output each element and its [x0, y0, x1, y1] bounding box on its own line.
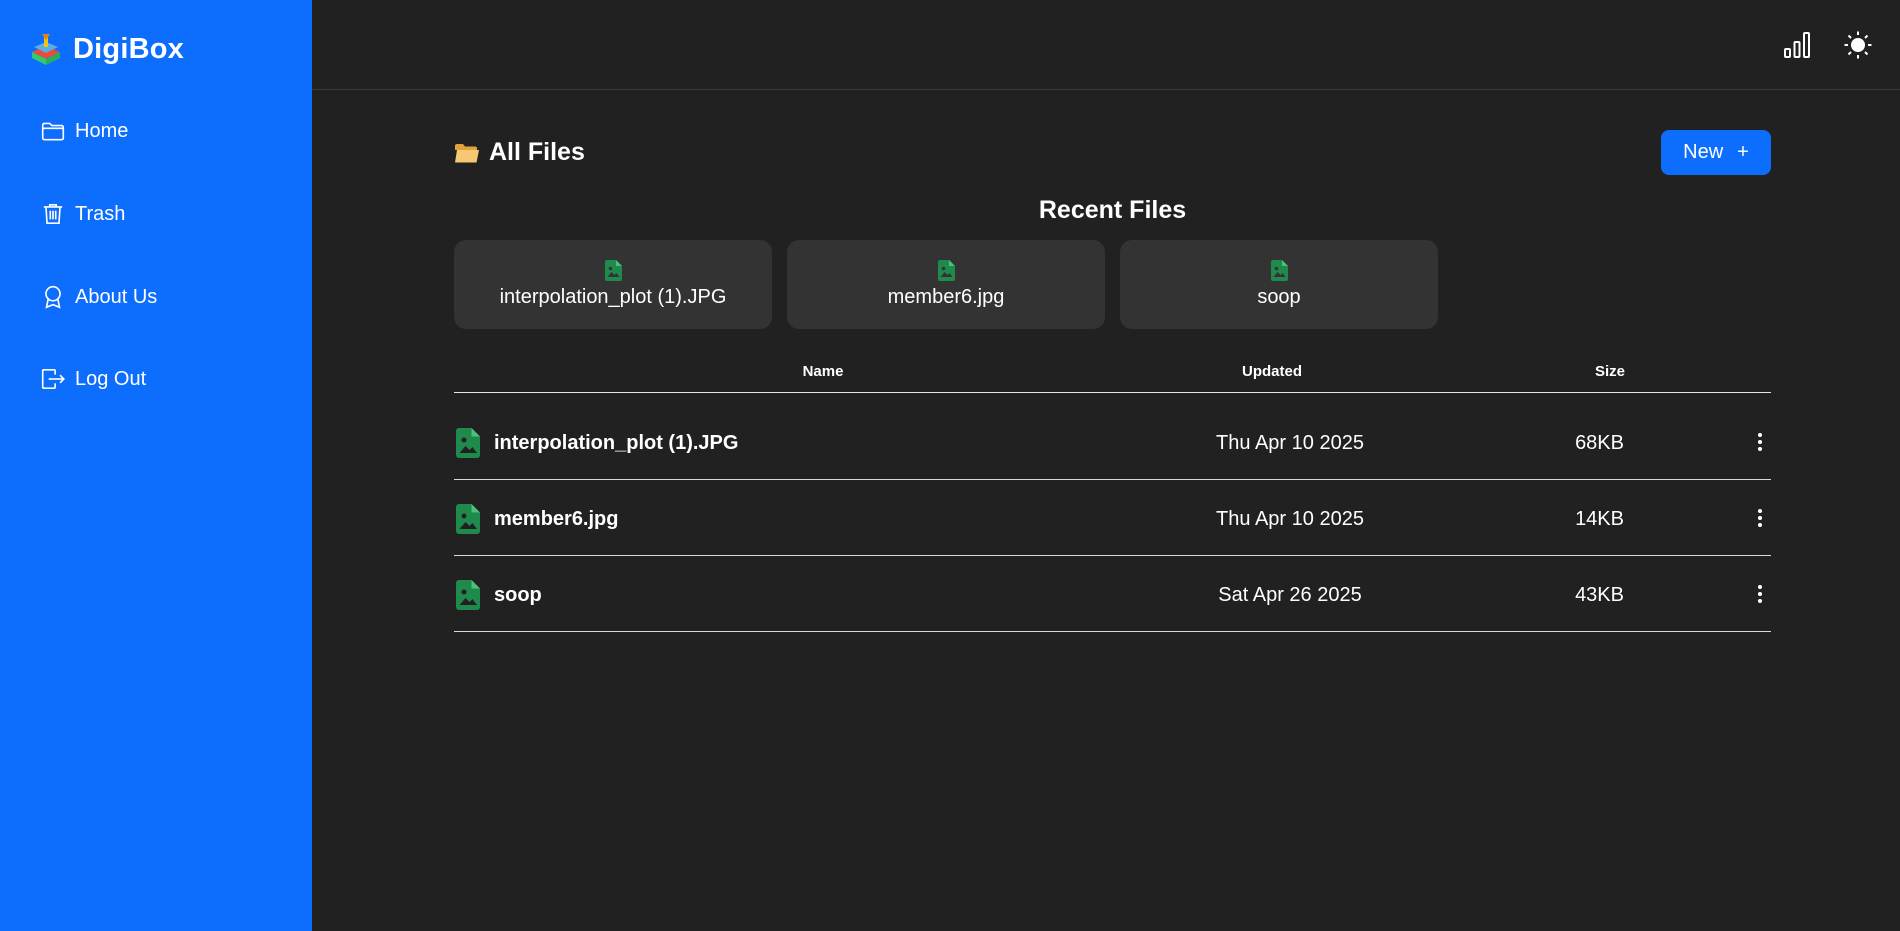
- new-button[interactable]: New +: [1661, 130, 1771, 175]
- recent-file-name: soop: [1257, 286, 1301, 308]
- page-heading: All Files: [454, 138, 585, 167]
- file-size: 43KB: [1575, 584, 1624, 606]
- recent-file-card[interactable]: member6.jpg: [787, 240, 1105, 329]
- column-header-updated[interactable]: Updated: [1172, 363, 1372, 380]
- image-file-icon: [604, 260, 622, 281]
- file-updated: Thu Apr 10 2025: [1216, 508, 1364, 530]
- more-options-icon[interactable]: [1755, 583, 1765, 605]
- trash-icon: [43, 203, 63, 225]
- brand-logo-icon: [32, 34, 60, 65]
- bar-chart-icon[interactable]: [1782, 30, 1812, 60]
- file-name[interactable]: member6.jpg: [494, 508, 618, 531]
- page-title: All Files: [489, 138, 585, 166]
- more-options-icon[interactable]: [1755, 507, 1765, 529]
- new-button-label: New: [1683, 141, 1724, 163]
- file-size: 14KB: [1575, 508, 1624, 530]
- file-size: 68KB: [1575, 432, 1624, 454]
- logout-icon: [41, 368, 65, 390]
- file-updated: Sat Apr 26 2025: [1218, 584, 1362, 606]
- sidebar: DigiBox Home Trash About Us Log Out: [0, 0, 312, 931]
- recent-files-title: Recent Files: [1038, 196, 1187, 224]
- app-root: DigiBox Home Trash About Us Log Out All …: [0, 0, 1900, 931]
- brand-name: DigiBox: [73, 32, 184, 65]
- sidebar-item-home[interactable]: Home: [40, 118, 128, 144]
- recent-file-name: interpolation_plot (1).JPG: [499, 286, 727, 308]
- folder-icon: [41, 122, 65, 141]
- sidebar-item-label: About Us: [75, 285, 158, 308]
- image-file-icon: [456, 580, 480, 610]
- sun-icon[interactable]: [1843, 30, 1873, 60]
- plus-icon: +: [1737, 141, 1749, 163]
- more-options-icon[interactable]: [1755, 431, 1765, 453]
- image-file-icon: [1270, 260, 1288, 281]
- column-header-size[interactable]: Size: [1530, 363, 1625, 380]
- sidebar-item-logout[interactable]: Log Out: [40, 366, 146, 392]
- table-row[interactable]: soop Sat Apr 26 2025 43KB: [454, 556, 1771, 632]
- sidebar-item-about[interactable]: About Us: [40, 284, 157, 310]
- brand[interactable]: DigiBox: [30, 32, 184, 66]
- recent-file-card[interactable]: interpolation_plot (1).JPG: [454, 240, 772, 329]
- column-header-name[interactable]: Name: [733, 363, 913, 380]
- file-updated: Thu Apr 10 2025: [1216, 432, 1364, 454]
- top-bar: [312, 0, 1900, 90]
- recent-file-name: member6.jpg: [887, 286, 1005, 308]
- open-folder-icon: [455, 143, 479, 162]
- file-name[interactable]: soop: [494, 584, 542, 607]
- sidebar-item-label: Trash: [75, 202, 126, 225]
- table-row[interactable]: interpolation_plot (1).JPG Thu Apr 10 20…: [454, 404, 1771, 480]
- award-icon: [45, 285, 61, 309]
- table-divider: [454, 392, 1771, 393]
- sidebar-item-label: Home: [75, 119, 129, 142]
- sidebar-item-label: Log Out: [75, 367, 147, 390]
- sidebar-item-trash[interactable]: Trash: [40, 201, 125, 227]
- image-file-icon: [456, 428, 480, 458]
- recent-file-card[interactable]: soop: [1120, 240, 1438, 329]
- table-row[interactable]: member6.jpg Thu Apr 10 2025 14KB: [454, 480, 1771, 556]
- file-name[interactable]: interpolation_plot (1).JPG: [494, 432, 738, 455]
- image-file-icon: [937, 260, 955, 281]
- image-file-icon: [456, 504, 480, 534]
